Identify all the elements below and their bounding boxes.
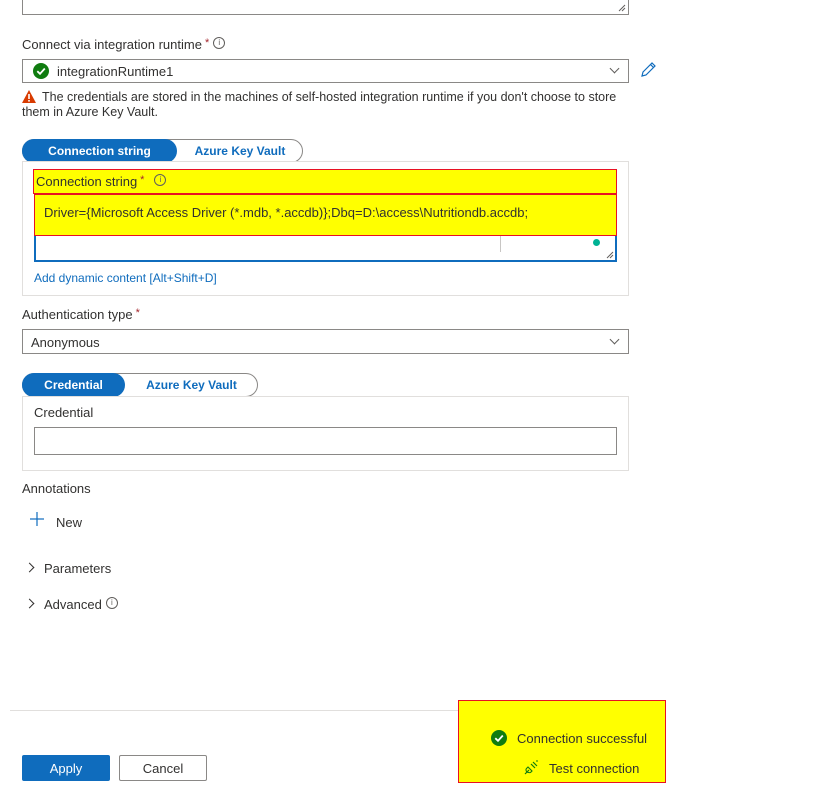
info-icon[interactable]: i xyxy=(105,597,118,609)
check-circle-icon xyxy=(491,730,507,746)
top-textarea[interactable] xyxy=(22,0,629,15)
annotations-label: Annotations xyxy=(22,481,91,496)
tab-connection-string[interactable]: Connection string xyxy=(22,139,177,163)
chevron-down-icon xyxy=(609,63,620,74)
chevron-right-icon xyxy=(24,562,35,573)
parameters-section[interactable]: Parameters xyxy=(24,560,136,578)
info-icon[interactable]: i xyxy=(154,174,167,186)
info-icon[interactable]: i xyxy=(213,37,226,49)
auth-label: Authentication type * xyxy=(22,307,140,322)
parameters-label: Parameters xyxy=(44,561,112,576)
tab-credential-key-vault[interactable]: Azure Key Vault xyxy=(126,374,257,396)
connection-label-highlight: Connection string * i xyxy=(33,169,617,194)
runtime-selected: integrationRuntime1 xyxy=(57,64,174,79)
connection-label: Connection string * i xyxy=(36,174,167,189)
cancel-button[interactable]: Cancel xyxy=(119,755,207,781)
plus-icon xyxy=(30,512,44,526)
footer-divider xyxy=(10,710,458,711)
add-dynamic-content-link[interactable]: Add dynamic content [Alt+Shift+D] xyxy=(34,271,217,285)
status-dot-icon xyxy=(593,239,600,246)
connection-status-highlight: Connection successful Test connection xyxy=(458,700,666,783)
test-connection-button[interactable]: Test connection xyxy=(521,759,661,777)
apply-button[interactable]: Apply xyxy=(22,755,110,781)
credential-label: Credential xyxy=(34,405,94,420)
test-connection-label: Test connection xyxy=(549,761,640,776)
connection-status-text: Connection successful xyxy=(517,731,648,746)
auth-selected: Anonymous xyxy=(31,335,100,350)
resize-handle-icon xyxy=(618,4,626,12)
required-mark: * xyxy=(135,307,140,319)
plug-icon xyxy=(524,760,538,775)
advanced-section[interactable]: Advanced i xyxy=(24,596,146,614)
advanced-label: Advanced i xyxy=(44,597,118,612)
cursor-marker xyxy=(500,234,501,252)
check-circle-icon xyxy=(33,63,49,79)
connection-value[interactable]: Driver={Microsoft Access Driver (*.mdb, … xyxy=(44,205,528,220)
warning-text: The credentials are stored in the machin… xyxy=(22,90,617,119)
connection-toggle[interactable]: Connection string Azure Key Vault xyxy=(22,139,303,163)
runtime-select[interactable]: integrationRuntime1 xyxy=(22,59,629,83)
tab-credential[interactable]: Credential xyxy=(22,373,125,397)
connection-value-highlight: Driver={Microsoft Access Driver (*.mdb, … xyxy=(34,194,617,236)
credential-toggle[interactable]: Credential Azure Key Vault xyxy=(22,373,258,397)
credential-input[interactable] xyxy=(34,427,617,455)
required-mark: * xyxy=(204,37,210,49)
edit-pencil-icon[interactable] xyxy=(639,61,657,79)
auth-select[interactable]: Anonymous xyxy=(22,329,629,354)
required-mark: * xyxy=(140,174,145,186)
runtime-label: Connect via integration runtime * i xyxy=(22,37,226,52)
tab-azure-key-vault[interactable]: Azure Key Vault xyxy=(178,140,302,162)
chevron-right-icon xyxy=(24,598,35,609)
new-annotation-label: New xyxy=(56,515,83,530)
resize-handle-icon xyxy=(606,251,614,259)
chevron-down-icon xyxy=(609,334,620,345)
